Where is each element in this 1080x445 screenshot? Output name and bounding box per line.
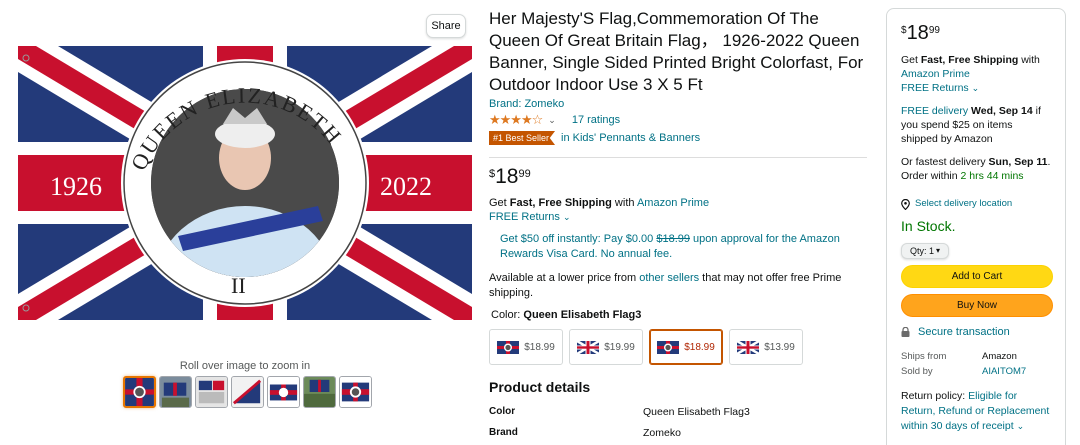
free-returns-link[interactable]: FREE Returns — [901, 82, 969, 94]
thumbnail[interactable] — [123, 376, 156, 408]
buy-box: $ 18 99 Get Fast, Free Shipping with Ama… — [886, 8, 1066, 445]
free-returns-link[interactable]: FREE Returns — [489, 211, 560, 223]
rating-row: ★★★★☆ ⌄ 17 ratings — [489, 112, 869, 128]
free-delivery-link[interactable]: FREE delivery — [901, 105, 968, 117]
thumbnail[interactable] — [267, 376, 300, 408]
best-seller-badge[interactable]: #1 Best Seller — [489, 131, 556, 145]
share-button[interactable]: Share — [426, 14, 466, 38]
swatch-price: $18.99 — [524, 341, 555, 353]
return-policy: Return policy: Eligible for Return, Refu… — [901, 390, 1050, 432]
color-swatch[interactable]: $19.99 — [569, 329, 643, 365]
thumbnail[interactable] — [195, 376, 228, 408]
card-promo[interactable]: Get $50 off instantly: Pay $0.00 $18.99 … — [500, 232, 845, 262]
chevron-down-icon[interactable]: ⌄ — [548, 115, 556, 126]
fastest-delivery-info: Or fastest delivery Sun, Sep 11. Order w… — [901, 156, 1051, 182]
color-swatches: $18.99 $19.99 $18.99 $13.99 — [489, 329, 869, 365]
chevron-down-icon[interactable]: ⌄ — [1017, 421, 1025, 431]
color-swatch-selected[interactable]: $18.99 — [649, 329, 723, 365]
ratings-count-link[interactable]: 17 ratings — [572, 114, 620, 126]
delivery-info: FREE delivery Wed, Sep 14 if you spend $… — [901, 105, 1041, 145]
amazon-prime-link[interactable]: Amazon Prime — [637, 197, 709, 209]
best-seller-category-link[interactable]: in Kids' Pennants & Banners — [561, 132, 700, 144]
price: $ 18 99 — [489, 165, 531, 188]
divider — [489, 157, 867, 158]
thumbnail[interactable] — [303, 376, 336, 408]
amazon-prime-link[interactable]: Amazon Prime — [901, 68, 970, 80]
flag-ring-bottom: II — [231, 273, 246, 298]
chevron-down-icon[interactable]: ⌄ — [563, 212, 571, 222]
table-row: Color Queen Elisabeth Flag3 — [489, 406, 750, 418]
lower-price-note: Available at a lower price from other se… — [489, 272, 842, 299]
chevron-down-icon[interactable]: ⌄ — [972, 83, 980, 93]
star-rating-icon[interactable]: ★★★★☆ — [489, 112, 543, 128]
quantity-select[interactable]: Qty: 1 ▾ — [901, 243, 949, 259]
product-info: Her Majesty'S Flag,Commemoration Of The … — [489, 8, 869, 445]
product-title: Her Majesty'S Flag,Commemoration Of The … — [489, 9, 864, 94]
buy-now-button[interactable]: Buy Now — [901, 294, 1053, 317]
color-selection: Color: Queen Elisabeth Flag3 — [491, 309, 642, 321]
shipping-info: Get Fast, Free Shipping with Amazon Prim… — [489, 197, 710, 223]
swatch-price: $19.99 — [604, 341, 635, 353]
chevron-down-icon: ▾ — [936, 246, 941, 255]
seller-link[interactable]: AIAITOM7 — [982, 364, 1026, 379]
add-to-cart-button[interactable]: Add to Cart — [901, 265, 1053, 288]
product-details-table: Color Queen Elisabeth Flag3 Brand Zomeko — [489, 406, 869, 445]
lock-icon — [901, 327, 910, 337]
stock-status: In Stock. — [901, 218, 956, 234]
color-swatch[interactable]: $18.99 — [489, 329, 563, 365]
brand-link[interactable]: Brand: Zomeko — [489, 98, 869, 110]
other-sellers-link[interactable]: other sellers — [639, 272, 699, 284]
secure-transaction-link[interactable]: Secure transaction — [901, 325, 1051, 339]
swatch-price: $13.99 — [764, 341, 795, 353]
buybox-price: $ 18 99 — [901, 22, 940, 44]
select-delivery-location[interactable]: Select delivery location — [901, 197, 1051, 211]
buybox-shipping: Get Fast, Free Shipping with Amazon Prim… — [901, 54, 1040, 94]
color-swatch[interactable]: $13.99 — [729, 329, 803, 365]
thumbnail-strip — [123, 376, 372, 408]
thumbnail[interactable] — [159, 376, 192, 408]
product-main-image[interactable]: 1926 2022 II QUEEN ELIZABETH — [18, 46, 472, 320]
seller-info: Ships from Amazon Sold by AIAITOM7 — [901, 351, 1027, 379]
product-details-heading: Product details — [489, 379, 591, 395]
flag-year-right: 2022 — [380, 172, 432, 201]
best-seller-row: #1 Best Seller in Kids' Pennants & Banne… — [489, 131, 869, 145]
flag-year-left: 1926 — [50, 172, 102, 201]
zoom-hint: Roll over image to zoom in — [179, 360, 311, 372]
location-pin-icon — [901, 198, 910, 210]
thumbnail[interactable] — [339, 376, 372, 408]
table-row: Brand Zomeko — [489, 427, 681, 439]
thumbnail[interactable] — [231, 376, 264, 408]
swatch-price: $18.99 — [684, 341, 715, 353]
